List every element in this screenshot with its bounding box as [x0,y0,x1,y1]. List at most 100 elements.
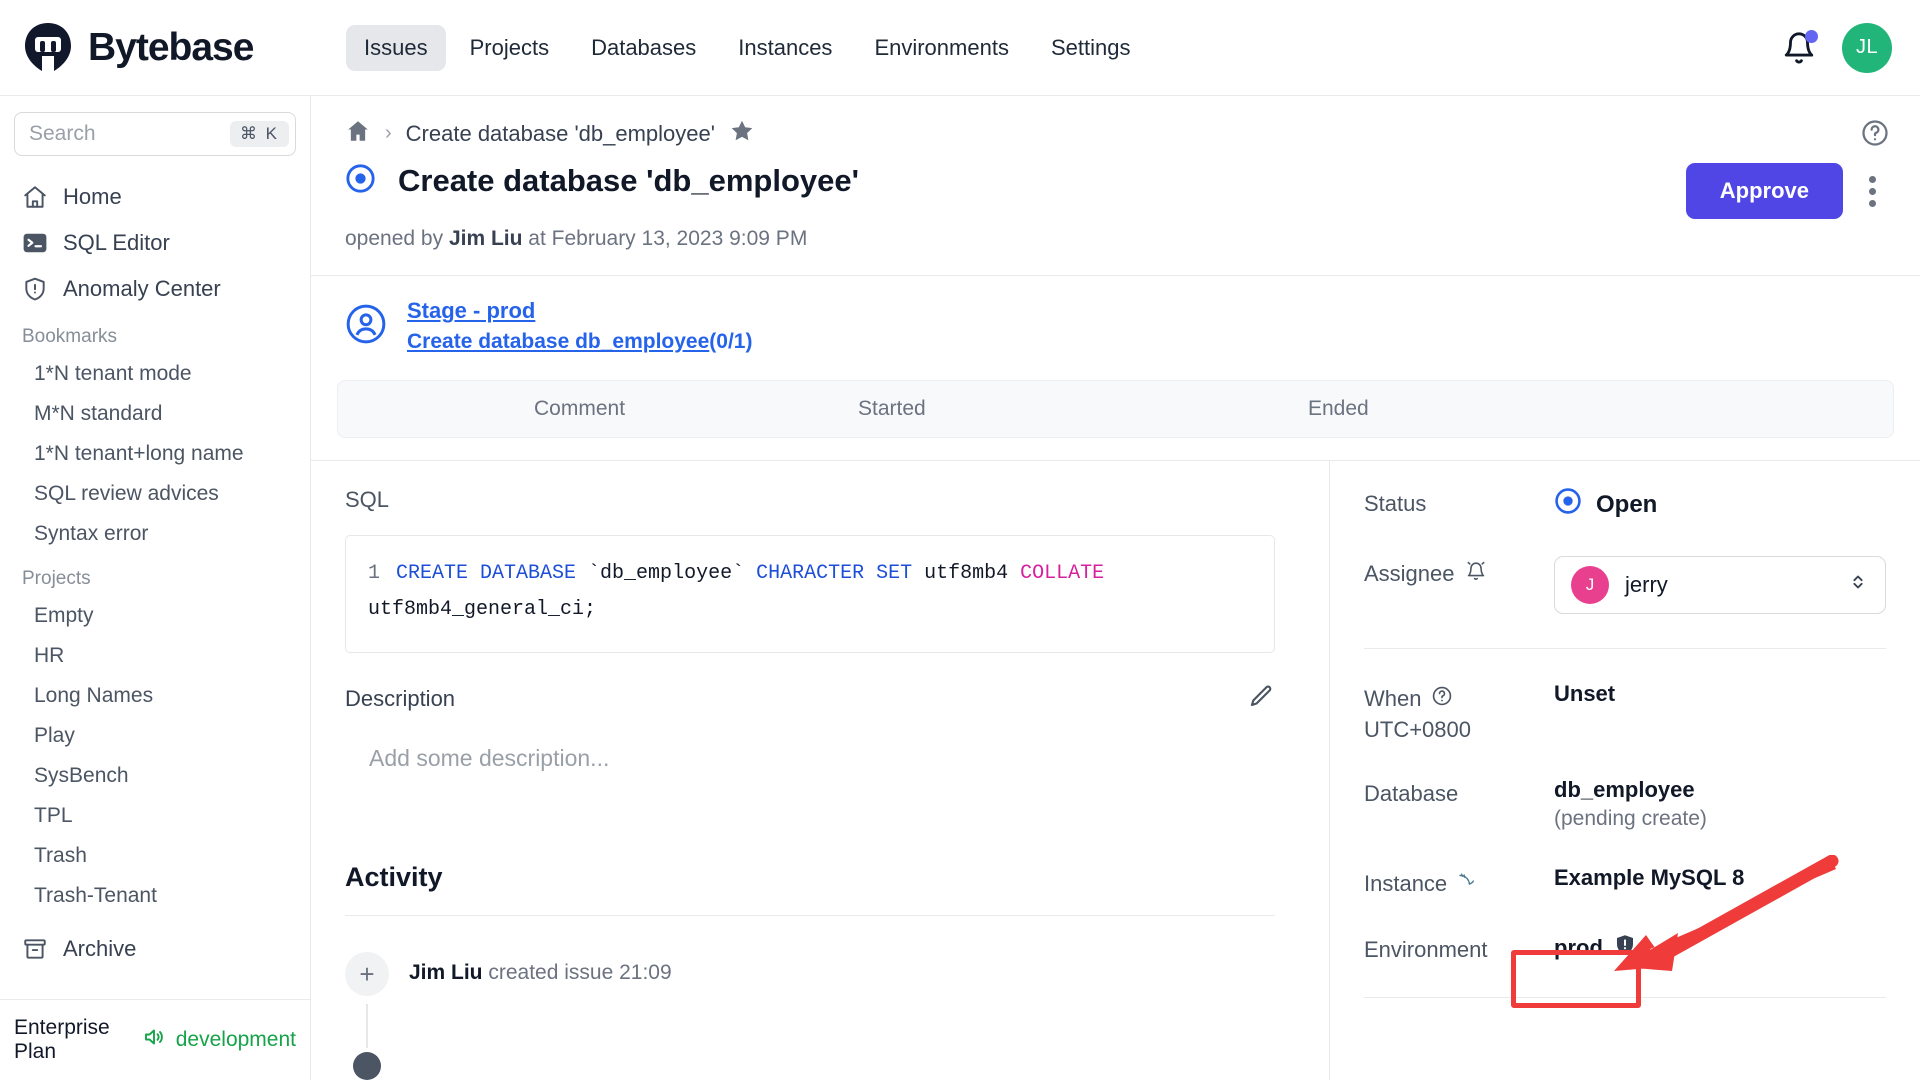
sidebar-bookmark-item[interactable]: 1*N tenant+long name [14,434,296,474]
bell-small-icon[interactable] [1465,560,1487,588]
content-split: SQL 1 CREATE DATABASE `db_employee` CHARA… [311,460,1920,1080]
assignee-select[interactable]: J jerry [1554,556,1886,614]
field-assignee: Assignee J jerry [1364,556,1886,614]
status-text: Open [1596,490,1658,518]
star-filled-icon[interactable] [729,118,755,149]
pencil-icon[interactable] [1248,683,1275,715]
sidebar: Search ⌘ K Home SQL Editor Anomaly Cente… [0,96,311,1080]
issue-actions: Approve [1685,163,1886,219]
notification-dot [1805,29,1818,43]
speaker-icon[interactable] [142,1025,166,1055]
task-link[interactable]: Create database db_employee(0/1) [407,330,752,354]
field-label-assignee: Assignee [1364,556,1554,588]
field-label-status: Status [1364,491,1427,516]
column-header-comment: Comment [534,397,626,420]
approve-button[interactable]: Approve [1685,163,1843,219]
sidebar-project-item[interactable]: Long Names [14,676,296,716]
sql-token-character-set: CHARACTER SET [756,562,913,585]
plan-label: Enterprise Plan [14,1016,110,1063]
main-navigation: Issues Projects Databases Instances Envi… [346,24,1149,71]
description-placeholder[interactable]: Add some description... [345,715,1295,772]
more-vertical-icon[interactable] [1859,168,1886,215]
field-value-status: Open [1554,487,1886,522]
sidebar-item-archive[interactable]: Archive [14,926,296,972]
help-circle-icon[interactable] [1431,685,1453,713]
opened-prefix: opened by [345,227,444,250]
nav-item-issues[interactable]: Issues [346,24,446,71]
brand-logo-area[interactable]: Bytebase [22,22,322,74]
search-placeholder: Search [29,122,96,145]
activity-description: created issue 21:09 [488,961,672,984]
notification-bell-icon[interactable] [1782,29,1818,65]
archive-box-icon [22,936,48,962]
field-environment: Environment prod [1364,933,1886,963]
open-circle-icon [1554,487,1582,522]
details-divider-2 [1364,997,1886,998]
sql-code-block[interactable]: 1 CREATE DATABASE `db_employee` CHARACTER… [345,535,1275,653]
top-bar: Bytebase Issues Projects Databases Insta… [0,0,1920,96]
breadcrumb-current[interactable]: Create database 'db_employee' [406,121,715,147]
search-input[interactable]: Search ⌘ K [14,112,296,156]
page-body: Search ⌘ K Home SQL Editor Anomaly Cente… [0,96,1920,1080]
field-label-instance: Instance [1364,865,1554,899]
sidebar-project-item[interactable]: SysBench [14,756,296,796]
nav-item-databases[interactable]: Databases [573,25,714,71]
field-value-environment: prod [1554,933,1886,963]
field-label-when: When UTC+0800 [1364,681,1554,743]
column-header-ended: Ended [1308,397,1369,420]
opened-author[interactable]: Jim Liu [449,227,523,250]
sidebar-project-item[interactable]: Trash [14,836,296,876]
field-label-assignee-text: Assignee [1364,561,1455,586]
nav-item-environments[interactable]: Environments [856,25,1027,71]
activity-divider [345,915,1275,916]
sql-token-collation-value: utf8mb4_general_ci; [368,598,597,621]
sidebar-bookmark-item[interactable]: SQL review advices [14,474,296,514]
sidebar-item-home[interactable]: Home [14,174,296,220]
plus-icon: + [345,952,389,996]
sql-section-label: SQL [345,487,390,512]
stage-link[interactable]: Stage - prod [407,298,752,324]
sidebar-footer: Enterprise Plan development [0,999,310,1080]
sidebar-project-item[interactable]: Play [14,716,296,756]
sidebar-project-item[interactable]: HR [14,636,296,676]
database-name: db_employee [1554,777,1695,802]
stage-texts: Stage - prod Create database db_employee… [407,298,752,354]
chevron-updown-icon [1847,571,1869,599]
activity-next-avatar [353,1052,381,1080]
sidebar-item-sql-editor[interactable]: SQL Editor [14,220,296,266]
sidebar-item-anomaly-center[interactable]: Anomaly Center [14,266,296,312]
issue-detail-left: SQL 1 CREATE DATABASE `db_employee` CHARA… [311,461,1330,1080]
task-count: (0/1) [709,330,753,353]
task-link-text: Create database db_employee [407,330,710,353]
field-label-when-row: When [1364,685,1453,713]
nav-item-instances[interactable]: Instances [720,25,850,71]
help-circle-icon[interactable] [1860,118,1890,153]
sidebar-project-item[interactable]: Empty [14,596,296,636]
column-header-started: Started [858,397,926,420]
activity-author[interactable]: Jim Liu [409,961,483,984]
stage-row: Stage - prod Create database db_employee… [311,276,1920,376]
avatar[interactable]: JL [1842,22,1892,73]
field-value-when[interactable]: Unset [1554,681,1886,707]
breadcrumb: › Create database 'db_employee' [311,96,1920,163]
environment-badge[interactable]: prod [1554,933,1637,963]
field-value-instance[interactable]: Example MySQL 8 [1554,865,1886,891]
sidebar-bookmark-item[interactable]: Syntax error [14,514,296,554]
nav-item-projects[interactable]: Projects [452,25,567,71]
sidebar-section-projects: Projects [22,568,91,589]
sidebar-item-label: SQL Editor [63,230,170,255]
activity-text: Jim Liu created issue 21:09 [409,952,672,985]
mysql-dolphin-icon [1457,869,1481,899]
activity-item: + Jim Liu created issue 21:09 [345,952,1295,1080]
details-divider-1 [1364,648,1886,649]
sidebar-project-item[interactable]: TPL [14,796,296,836]
home-icon[interactable] [345,118,371,149]
status-badge: Open [1554,487,1886,522]
sidebar-bookmark-item[interactable]: 1*N tenant mode [14,354,296,394]
field-label-when-text: When [1364,686,1422,711]
sidebar-project-item[interactable]: Trash-Tenant [14,876,296,916]
sidebar-bookmark-item[interactable]: M*N standard [14,394,296,434]
nav-item-settings[interactable]: Settings [1033,25,1149,71]
shield-alert-icon [22,276,48,302]
open-circle-icon [345,163,376,199]
